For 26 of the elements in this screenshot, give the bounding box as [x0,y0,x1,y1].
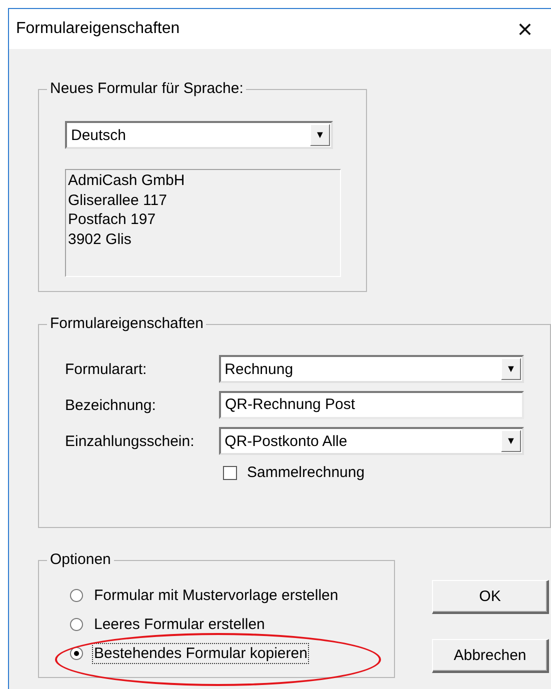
dropdown[interactable]: QR-Postkonto Alle ▼ [218,427,524,455]
close-icon[interactable]: × [510,16,540,42]
dropdown[interactable]: Rechnung ▼ [218,355,524,383]
group-title: Formulareigenschaften [47,315,206,333]
radio-button[interactable] [70,647,83,660]
checkbox-label[interactable]: Sammelrechnung [247,464,365,481]
field-label: Einzahlungsschein: [65,432,196,450]
window-title: Formulareigenschaften [16,20,180,38]
address-line: Gliserallee 117 [68,190,168,210]
checkbox[interactable] [223,466,237,480]
dialog-button[interactable]: Abbrechen [432,639,549,673]
radio-label[interactable]: Formular mit Mustervorlage erstellen [93,586,340,605]
group-title: Neues Formular für Sprache: [47,80,246,98]
field-label: Bezeichnung: [65,396,157,414]
radio-label[interactable]: Leeres Formular erstellen [93,615,266,634]
text-field[interactable]: QR-Rechnung Post [219,391,524,419]
address-line: 3902 Glis [68,230,132,249]
dialog-button[interactable]: OK [432,580,549,614]
group-title: Optionen [47,551,114,569]
radio-button[interactable] [70,618,83,631]
radio-button[interactable] [70,589,83,602]
dropdown[interactable]: Deutsch ▼ [65,121,333,149]
address-line: AdmiCash GmbH [68,171,186,190]
address-line: Postfach 197 [68,210,157,230]
field-label: Formularart: [65,360,148,378]
radio-label[interactable]: Bestehendes Formular kopieren [93,644,308,663]
